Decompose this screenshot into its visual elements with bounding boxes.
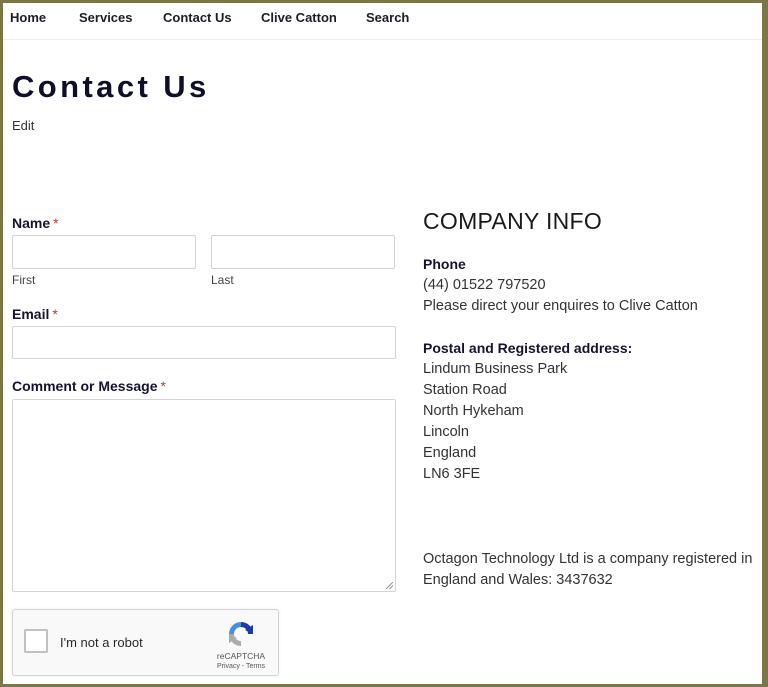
first-name-sublabel: First <box>12 273 36 287</box>
registration-line: Octagon Technology Ltd is a company regi… <box>423 551 753 567</box>
first-name-input[interactable] <box>12 235 196 269</box>
address-line: England <box>423 445 477 461</box>
recaptcha-checkbox[interactable] <box>24 629 48 653</box>
address-line: North Hykeham <box>423 403 524 419</box>
message-label-text: Comment or Message <box>12 378 158 394</box>
recaptcha-privacy-terms[interactable]: Privacy - Terms <box>209 663 273 670</box>
message-textarea[interactable] <box>12 399 396 592</box>
address-postcode: LN6 3FE <box>423 466 481 482</box>
recaptcha-brand: reCAPTCHA <box>216 651 266 661</box>
message-label: Comment or Message * <box>12 378 166 394</box>
company-info-heading: COMPANY INFO <box>423 208 603 234</box>
email-label: Email * <box>12 306 58 322</box>
nav-clive-catton[interactable]: Clive Catton <box>261 10 337 25</box>
main-nav: Home Services Contact Us Clive Catton Se… <box>3 3 762 40</box>
nav-contact-us[interactable]: Contact Us <box>163 10 232 25</box>
nav-services[interactable]: Services <box>79 10 133 25</box>
address-line: Lincoln <box>423 424 469 440</box>
phone-label: Phone <box>423 256 466 272</box>
page-title: Contact Us <box>12 69 210 104</box>
phone-note: Please direct your enquires to Clive Cat… <box>423 298 698 314</box>
page-frame: Home Services Contact Us Clive Catton Se… <box>3 3 762 684</box>
address-line: Lindum Business Park <box>423 361 568 377</box>
last-name-sublabel: Last <box>211 273 234 287</box>
required-mark: * <box>160 378 166 394</box>
registration-line: England and Wales: 3437632 <box>423 572 613 588</box>
recaptcha-label: I'm not a robot <box>60 635 143 650</box>
address-line: Station Road <box>423 382 507 398</box>
recaptcha-widget: I'm not a robot reCAPTCHA Privacy - Term… <box>12 609 279 676</box>
name-label-text: Name <box>12 215 51 231</box>
email-input[interactable] <box>12 326 396 359</box>
nav-search[interactable]: Search <box>366 10 409 25</box>
required-mark: * <box>52 306 58 322</box>
phone-number: (44) 01522 797520 <box>423 277 546 293</box>
nav-home[interactable]: Home <box>10 10 46 25</box>
required-mark: * <box>53 215 59 231</box>
resize-handle[interactable] <box>386 582 393 589</box>
address-label: Postal and Registered address: <box>423 340 633 356</box>
last-name-input[interactable] <box>211 235 395 269</box>
recaptcha-logo-icon <box>229 622 253 646</box>
edit-link[interactable]: Edit <box>12 118 34 133</box>
email-label-text: Email <box>12 306 50 322</box>
name-label: Name * <box>12 215 59 231</box>
